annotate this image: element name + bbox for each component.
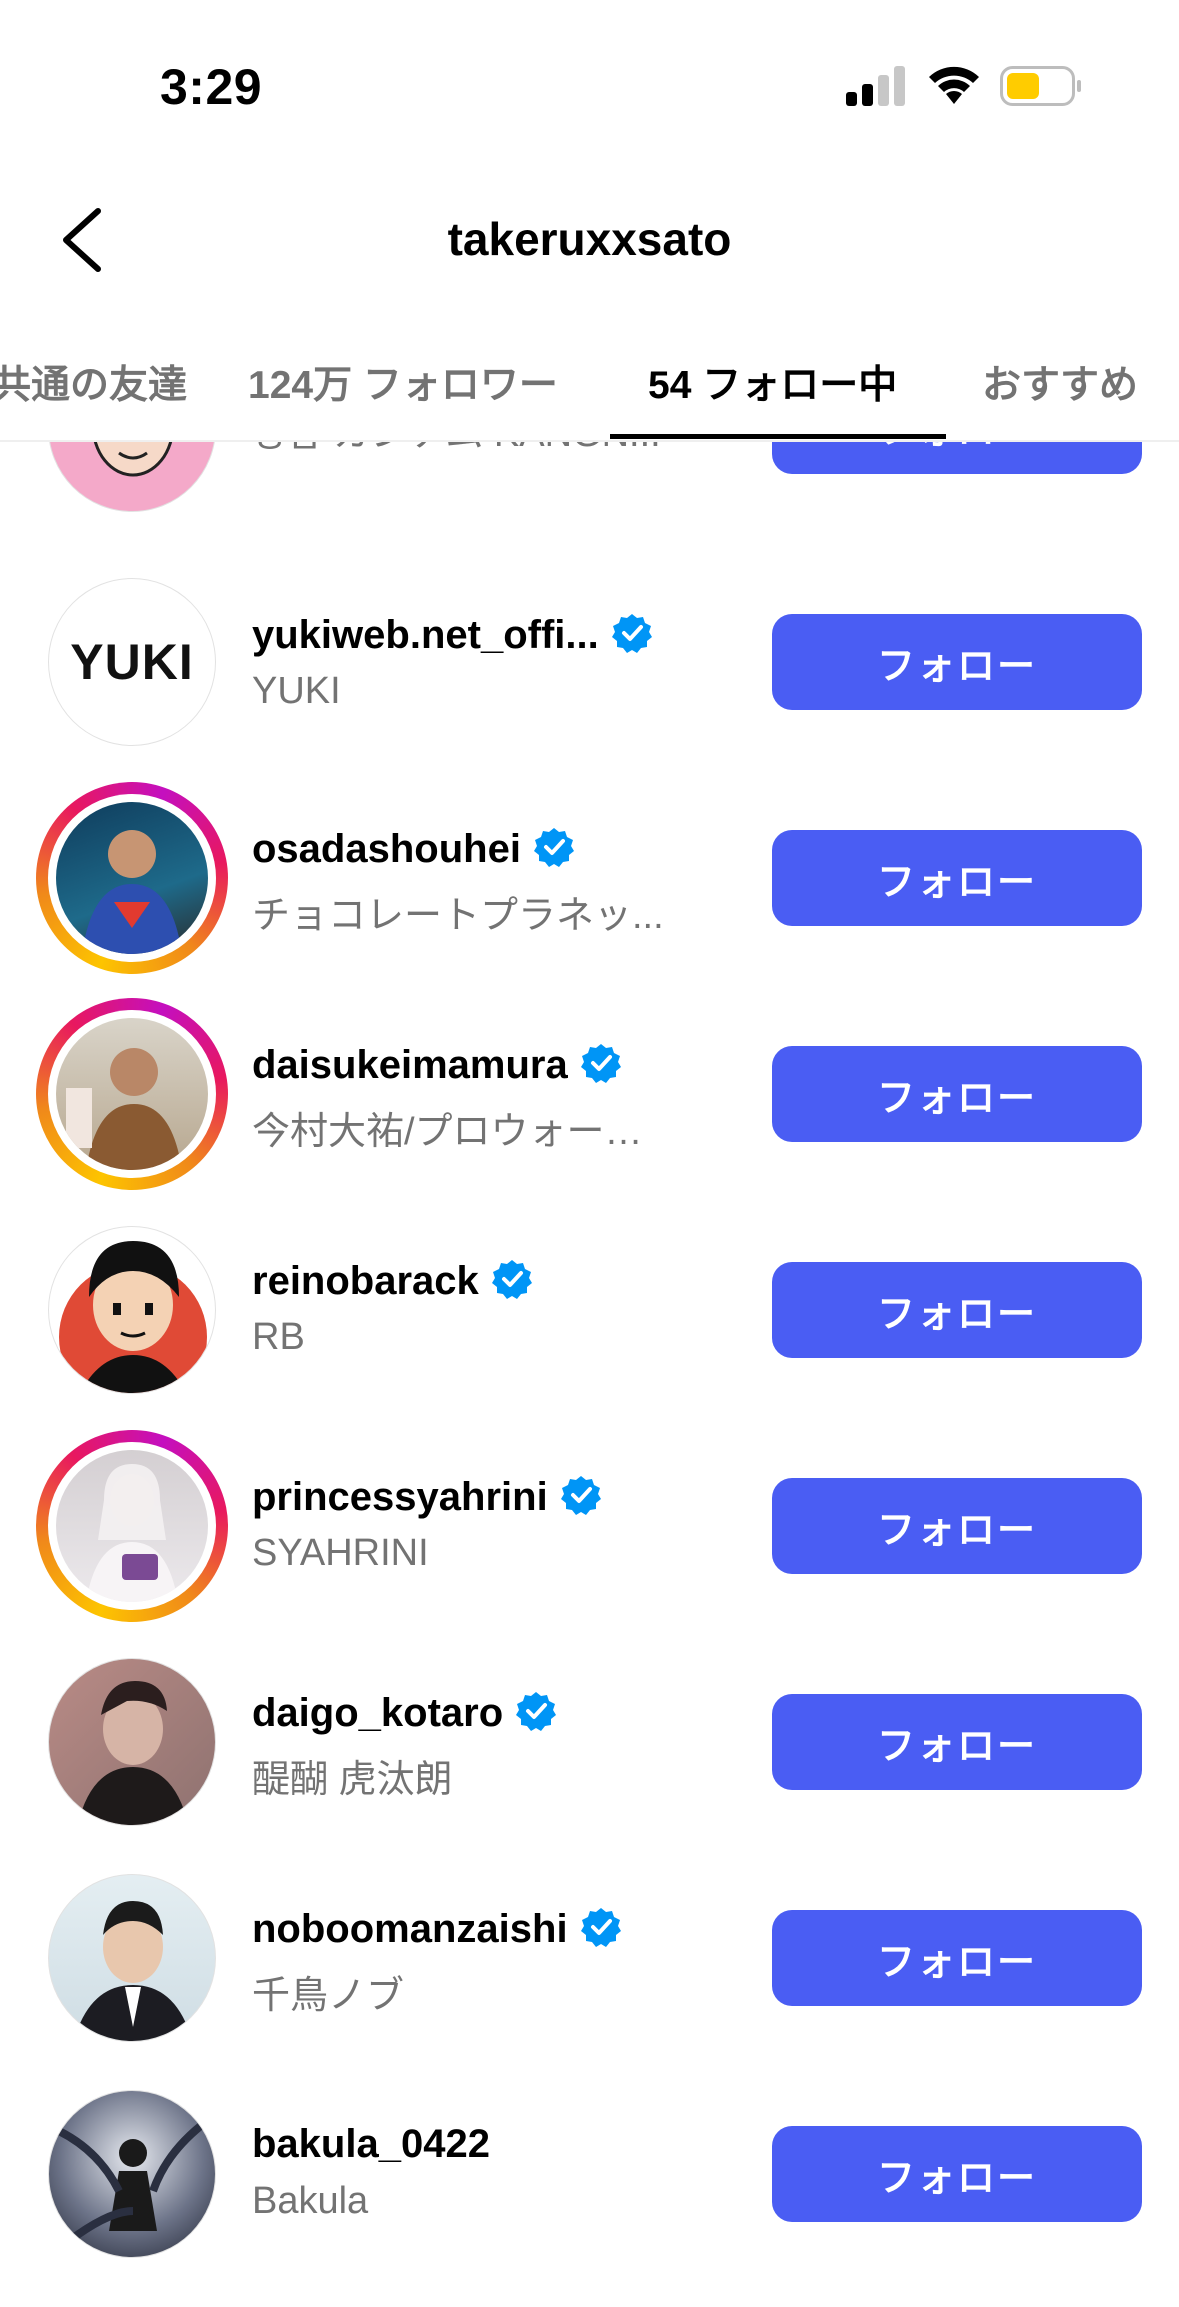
avatar-photo <box>73 1901 193 2041</box>
avatar-illustration <box>59 1241 207 1393</box>
full-name: 醍醐 虎汰朗 <box>252 1759 453 1801</box>
cellular-signal-icon <box>846 66 905 106</box>
username[interactable]: yukiweb.net_offi... <box>252 612 653 658</box>
tab-bar: 共通の友達 124万 フォロワー 54 フォロー中 おすすめ <box>0 330 1179 442</box>
follow-button[interactable]: フォロー <box>772 1478 1142 1574</box>
avatar-story-ring[interactable] <box>36 1430 228 1622</box>
follow-button[interactable]: フォロー <box>772 1694 1142 1790</box>
avatar-photo <box>82 830 182 954</box>
full-name: RB <box>252 1316 305 1358</box>
list-item[interactable]: reinobarack RB フォロー <box>0 1214 1179 1430</box>
list-item[interactable]: bakula_0422 Bakula フォロー <box>0 2078 1179 2294</box>
list-item[interactable]: princessyahrini SYAHRINI フォロー <box>0 1430 1179 1646</box>
full-name: 千鳥ノブ <box>252 1975 405 2017</box>
avatar[interactable] <box>36 1214 228 1406</box>
list-item[interactable]: daisukeimamura 今村大祐/プロウォー… フォロー <box>0 998 1179 1214</box>
full-name: YUKI <box>252 670 341 712</box>
follow-button[interactable]: フォロー <box>772 614 1142 710</box>
list-item[interactable]: daigo_kotaro 醍醐 虎汰朗 フォロー <box>0 1646 1179 1862</box>
avatar[interactable] <box>36 1862 228 2054</box>
full-name: SYAHRINI <box>252 1532 429 1574</box>
follow-button[interactable]: フォロー <box>772 1262 1142 1358</box>
avatar-illustration <box>93 442 173 477</box>
avatar-logo-text: YUKI <box>70 634 194 690</box>
verified-badge-icon <box>580 1908 621 1947</box>
avatar[interactable] <box>36 442 228 524</box>
verified-badge-icon <box>560 1476 601 1515</box>
list-item[interactable]: YUKI yukiweb.net_offi... YUKI フォロー <box>0 566 1179 782</box>
username[interactable]: osadashouhei <box>252 826 575 872</box>
avatar-photo <box>77 1681 189 1825</box>
username[interactable]: daigo_kotaro <box>252 1690 557 1736</box>
verified-badge-icon <box>533 828 574 867</box>
tab-mutual-friends[interactable]: 共通の友達 <box>0 354 187 410</box>
username[interactable]: princessyahrini <box>252 1474 602 1520</box>
username[interactable]: reinobarack <box>252 1258 533 1304</box>
follow-button[interactable]: フォロー <box>772 1046 1142 1142</box>
tab-following[interactable]: 54 フォロー中 <box>648 354 897 410</box>
verified-badge-icon <box>491 1260 532 1299</box>
avatar-story-ring[interactable] <box>36 782 228 974</box>
following-list: 강남 カンナム KANGN... フォロー YUKI yukiweb.net_o… <box>0 442 1179 2307</box>
follow-button[interactable]: フォロー <box>772 442 1142 474</box>
verified-badge-icon <box>516 1692 557 1731</box>
verified-badge-icon <box>611 614 652 653</box>
follow-button[interactable]: フォロー <box>772 1910 1142 2006</box>
avatar-story-ring[interactable] <box>36 998 228 1190</box>
verified-badge-icon <box>580 1044 621 1083</box>
list-item[interactable]: 강남 カンナム KANGN... フォロー <box>0 442 1179 548</box>
list-item[interactable]: noboomanzaishi 千鳥ノブ フォロー <box>0 1862 1179 2078</box>
follow-button[interactable]: フォロー <box>772 830 1142 926</box>
avatar-photo <box>66 1048 182 1170</box>
page-title: takeruxxsato <box>447 213 732 265</box>
wifi-icon <box>929 66 979 104</box>
avatar[interactable]: YUKI <box>36 566 228 758</box>
full-name: 강남 カンナム KANGN... <box>252 442 661 457</box>
status-time: 3:29 <box>160 59 263 115</box>
battery-icon <box>1000 66 1081 106</box>
status-bar: 3:29 <box>0 0 1179 170</box>
follow-button[interactable]: フォロー <box>772 2126 1142 2222</box>
full-name: 今村大祐/プロウォー… <box>252 1111 643 1153</box>
username[interactable]: daisukeimamura <box>252 1042 622 1088</box>
active-tab-indicator <box>610 434 946 439</box>
avatar-artwork <box>57 2117 210 2245</box>
avatar-photo <box>86 1464 178 1602</box>
tab-followers[interactable]: 124万 フォロワー <box>248 354 558 410</box>
username[interactable]: bakula_0422 <box>252 2122 490 2167</box>
tab-suggested[interactable]: おすすめ <box>982 354 1138 410</box>
username[interactable]: noboomanzaishi <box>252 1906 622 1952</box>
avatar[interactable] <box>36 1646 228 1838</box>
full-name: チョコレートプラネッ... <box>252 895 664 937</box>
avatar[interactable] <box>36 2078 228 2270</box>
list-item[interactable]: osadashouhei チョコレートプラネッ... フォロー <box>0 782 1179 998</box>
full-name: Bakula <box>252 2180 369 2222</box>
